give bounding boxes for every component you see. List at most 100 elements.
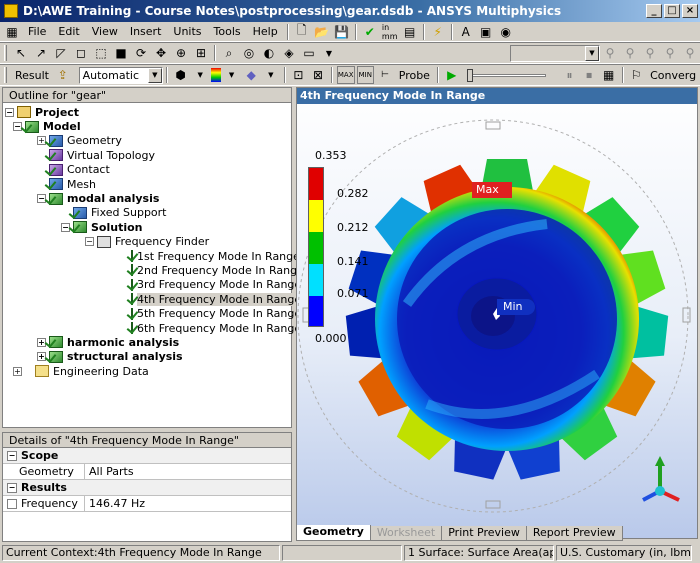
ring-handle-top[interactable] [485,121,501,130]
maximize-button[interactable]: □ [664,4,680,18]
image-icon[interactable]: ▣ [477,23,495,41]
dropdown-arrow-icon[interactable]: ▼ [191,66,209,84]
pan-icon[interactable]: ✥ [152,44,170,62]
fit-icon[interactable]: ⌕ [220,44,238,62]
menu-edit[interactable]: Edit [52,25,85,38]
scale-combo[interactable]: Automatic ▼ [78,66,163,84]
collapse-icon[interactable]: − [7,482,17,493]
edges-icon[interactable]: ◆ [242,66,260,84]
min-label[interactable]: Min [497,299,535,315]
tree-node-model[interactable]: − Model [3,119,291,133]
probe-icon[interactable]: ⊢ [376,66,394,84]
worksheet-icon[interactable]: ▤ [401,23,419,41]
tree-node-mode-4[interactable]: 4th Frequency Mode In Range [3,292,302,306]
convergence-button[interactable]: Converg [646,66,700,84]
tree-node-mode-5[interactable]: 5th Frequency Mode In Range [3,306,301,320]
tree-node-project[interactable]: − Project [3,105,291,119]
named-selection-combo[interactable]: ▼ [510,44,600,62]
select-edge-icon[interactable]: ↗ [32,44,50,62]
collapse-icon[interactable]: − [7,450,17,461]
annotation-icon[interactable]: A [457,23,475,41]
body-icon[interactable]: ■ [112,44,130,62]
tree-node-virtual-topology[interactable]: Virtual Topology [3,148,291,162]
probe-button[interactable]: Probe [395,66,434,84]
ring-handle-right[interactable] [682,307,691,323]
export-animation-icon[interactable]: ▦ [600,66,618,84]
app-menu-icon[interactable]: ▦ [3,23,21,41]
min-icon[interactable]: ⊠ [309,66,327,84]
stop-icon[interactable]: ⏹ [580,66,598,84]
axis-triad[interactable] [635,456,685,511]
select-items-icon[interactable]: ⚲ [681,44,699,62]
tree-node-contact[interactable]: Contact [3,163,291,177]
tree-node-solution[interactable]: − Solution [3,220,291,234]
tree-node-mode-6[interactable]: 6th Frequency Mode In Range [3,321,301,335]
save-icon[interactable]: 💾 [333,23,351,41]
tree-node-mesh[interactable]: Mesh [3,177,291,191]
tree-node-mode-2[interactable]: 2nd Frequency Mode In Range [3,263,304,277]
max-icon[interactable]: ⊡ [290,66,308,84]
unsuppress-icon[interactable]: ⚲ [661,44,679,62]
details-row[interactable]: Geometry All Parts [3,464,291,480]
view-previous-icon[interactable]: ◐ [260,44,278,62]
expand-icon[interactable]: + [13,366,22,376]
deformation-scale-icon[interactable]: ⇪ [54,66,72,84]
menu-file[interactable]: File [22,25,52,38]
open-icon[interactable]: 📂 [313,23,331,41]
rotate-icon[interactable]: ⟳ [132,44,150,62]
tree-node-frequency-finder[interactable]: − Frequency Finder [3,235,291,249]
select-body-icon[interactable]: ◻ [72,44,90,62]
tab-report-preview[interactable]: Report Preview [525,526,623,541]
menu-units[interactable]: Units [167,25,207,38]
solve-icon[interactable]: ✔ [361,23,379,41]
menu-view[interactable]: View [86,25,124,38]
min-label-icon[interactable]: MIN [356,66,375,84]
units-icon[interactable]: in mm [381,23,399,41]
tree-node-mode-1[interactable]: 1st Frequency Mode In Range [3,249,300,263]
tree-node-mode-3[interactable]: 3rd Frequency Mode In Range [3,278,301,292]
magnifier-icon[interactable]: ◎ [240,44,258,62]
tab-print-preview[interactable]: Print Preview [441,526,527,541]
details-group-scope[interactable]: − Scope [3,448,291,464]
box-zoom-icon[interactable]: ⊞ [192,44,210,62]
hide-icon[interactable]: ⚲ [621,44,639,62]
max-label-icon[interactable]: MAX [336,66,355,84]
tree-node-harmonic-analysis[interactable]: + harmonic analysis [3,335,291,349]
menu-insert[interactable]: Insert [124,25,168,38]
contour-icon[interactable] [211,68,221,82]
tree-node-fixed-support[interactable]: Fixed Support [3,206,291,220]
tree-node-structural-analysis[interactable]: + structural analysis [3,350,291,364]
collapse-icon[interactable]: − [85,237,94,247]
select-mode-icon[interactable]: ⬚ [92,44,110,62]
max-label[interactable]: Max [472,182,512,198]
contour-legend[interactable] [308,167,324,327]
geometry-display-icon[interactable]: ⬢ [172,66,190,84]
tree-node-modal-analysis[interactable]: − modal analysis [3,191,291,205]
play-icon[interactable]: ▶ [443,66,461,84]
suppress-icon[interactable]: ⚲ [641,44,659,62]
select-point-icon[interactable]: ↖ [12,44,30,62]
show-icon[interactable]: ⚲ [601,44,619,62]
convergence-icon[interactable]: ⚐ [628,66,646,84]
chevron-down-icon[interactable]: ▼ [147,67,162,83]
graphics-viewport[interactable]: 4th Frequency Mode In Range Max Min 0.35… [296,87,698,539]
zoom-icon[interactable]: ⊕ [172,44,190,62]
dropdown-arrow-icon[interactable]: ▼ [223,66,241,84]
ring-handle-bottom[interactable] [485,500,501,509]
tab-geometry[interactable]: Geometry [296,525,371,541]
dropdown-arrow-icon[interactable]: ▼ [320,44,338,62]
dropdown-arrow-icon[interactable]: ▼ [262,66,280,84]
animation-slider[interactable] [466,68,546,82]
details-row[interactable]: Frequency 146.47 Hz [3,496,291,512]
menu-help[interactable]: Help [247,25,284,38]
isometric-icon[interactable]: ◈ [280,44,298,62]
collapse-icon[interactable]: − [5,107,14,117]
close-button[interactable]: × [682,4,698,18]
tree-node-engineering-data[interactable]: + Engineering Data [3,364,291,378]
new-icon[interactable]: 🗋 [293,23,311,41]
lightning-icon[interactable]: ⚡ [429,23,447,41]
chevron-down-icon[interactable]: ▼ [585,45,599,61]
camera-icon[interactable]: ◉ [497,23,515,41]
minimize-button[interactable]: _ [646,4,662,18]
tree-node-geometry[interactable]: + Geometry [3,134,291,148]
